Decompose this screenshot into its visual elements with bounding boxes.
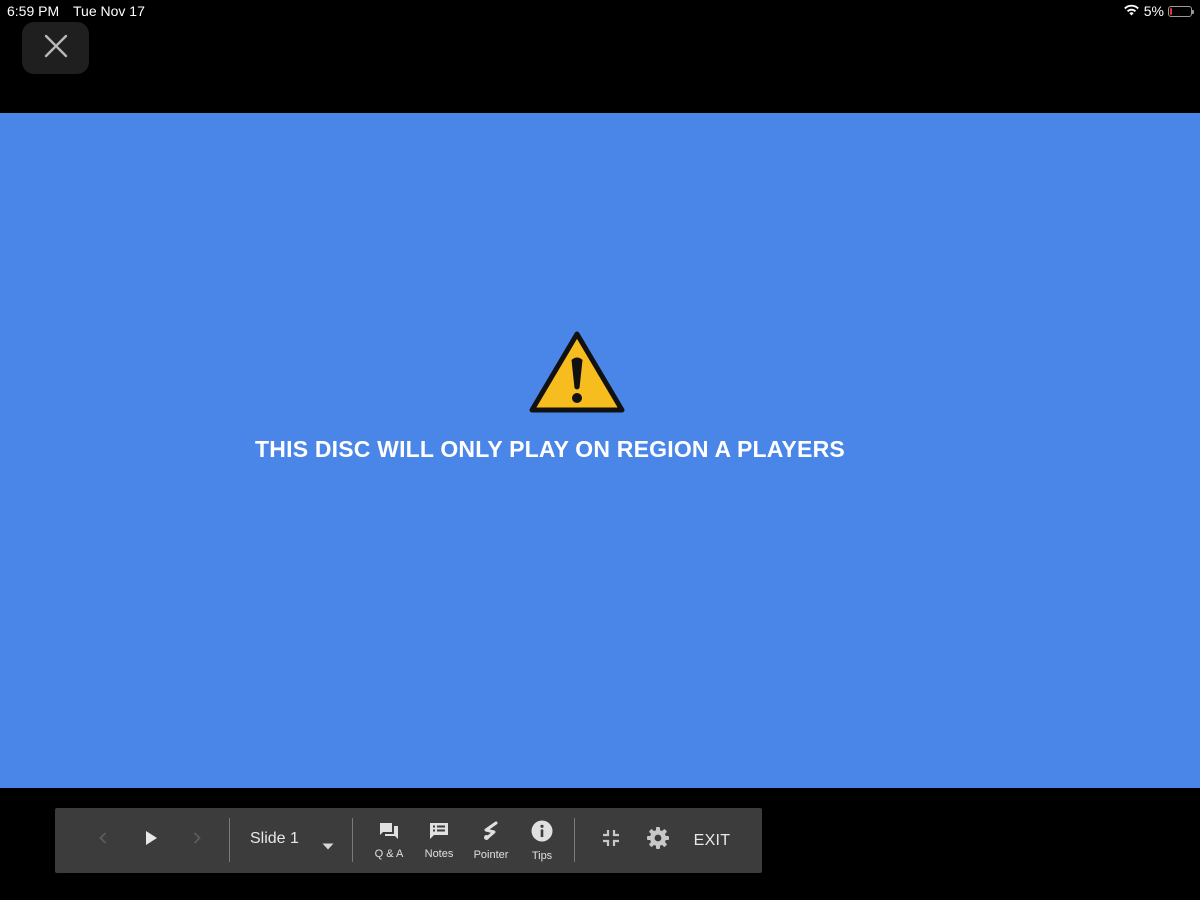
qa-label: Q & A <box>374 847 404 860</box>
tips-button[interactable]: Tips <box>519 808 565 873</box>
notes-icon <box>429 822 449 845</box>
notes-button[interactable]: Notes <box>415 808 463 873</box>
caret-down-icon <box>322 837 334 855</box>
slide-select-value: Slide 1 <box>250 830 299 847</box>
gear-icon <box>646 826 670 855</box>
battery-fill <box>1170 7 1172 15</box>
pointer-button[interactable]: Pointer <box>465 808 517 873</box>
exit-fullscreen-icon <box>602 829 620 852</box>
close-icon <box>44 34 68 63</box>
slide-canvas: THIS DISC WILL ONLY PLAY ON REGION A PLA… <box>0 113 1200 788</box>
chevron-left-icon <box>98 831 108 850</box>
presenter-toolbar: Slide 1 Q & A Notes Pointer Tips EXIT <box>55 808 762 873</box>
status-right: 5% <box>1123 3 1194 19</box>
chevron-right-icon <box>192 831 202 850</box>
exit-label: EXIT <box>693 831 731 849</box>
status-time: 6:59 PM <box>7 3 60 19</box>
info-icon <box>531 820 553 847</box>
tips-label: Tips <box>531 849 553 862</box>
qa-button[interactable]: Q & A <box>365 808 413 873</box>
battery-percent: 5% <box>1143 3 1164 19</box>
play-icon <box>144 830 158 851</box>
exit-button[interactable]: EXIT <box>685 808 739 873</box>
next-slide-button[interactable] <box>179 808 215 873</box>
close-button[interactable] <box>22 22 89 74</box>
warning-icon <box>528 330 626 414</box>
toolbar-divider <box>574 818 575 862</box>
slide-message: THIS DISC WILL ONLY PLAY ON REGION A PLA… <box>255 436 845 462</box>
chat-icon <box>379 822 399 845</box>
notes-label: Notes <box>424 847 454 860</box>
play-button[interactable] <box>133 808 169 873</box>
settings-button[interactable] <box>639 808 677 873</box>
pointer-label: Pointer <box>473 848 509 861</box>
pointer-icon <box>481 821 501 846</box>
toolbar-divider <box>229 818 230 862</box>
toolbar-divider <box>352 818 353 862</box>
previous-slide-button[interactable] <box>85 808 121 873</box>
battery-icon <box>1168 5 1194 17</box>
wifi-icon <box>1123 3 1140 19</box>
status-bar: 6:59 PM Tue Nov 17 5% <box>0 0 1200 22</box>
exit-fullscreen-button[interactable] <box>592 808 630 873</box>
status-date: Tue Nov 17 <box>73 3 145 19</box>
